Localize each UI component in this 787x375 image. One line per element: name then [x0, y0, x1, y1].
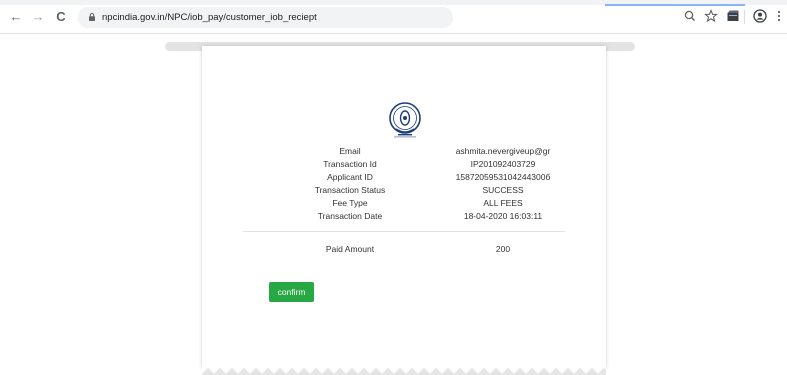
menu-icon[interactable] [775, 9, 783, 23]
organization-logo-icon [389, 102, 421, 138]
lock-icon [89, 13, 95, 21]
receipt-torn-edge [202, 366, 606, 375]
transaction-id-value: IP201092403729 [470, 159, 536, 169]
applicant-id-label: Applicant ID [327, 172, 373, 182]
transaction-status-value: SUCCESS [482, 185, 524, 195]
back-arrow-icon[interactable]: ← [9, 10, 23, 24]
zoom-icon[interactable] [683, 9, 697, 23]
browser-toolbar: ← → C npcindia.gov.in/NPC/iob_pay/custom… [0, 0, 787, 34]
confirm-button[interactable]: confirm [269, 282, 314, 302]
email-value: ashmita.nevergiveup@gr [455, 146, 551, 156]
paid-amount-label: Paid Amount [325, 244, 375, 254]
transaction-status-label: Transaction Status [314, 185, 386, 195]
extension-icon[interactable] [726, 9, 740, 23]
transaction-date-label: Transaction Date [317, 211, 383, 221]
url-text[interactable]: npcindia.gov.in/NPC/iob_pay/customer_iob… [102, 10, 317, 25]
toolbar-separator [744, 10, 745, 24]
fee-type-value: ALL FEES [483, 198, 523, 208]
fee-type-label: Fee Type [332, 198, 368, 208]
address-bar[interactable]: npcindia.gov.in/NPC/iob_pay/customer_iob… [78, 7, 453, 28]
account-icon[interactable] [753, 9, 767, 23]
forward-arrow-icon[interactable]: → [31, 10, 45, 24]
paid-amount-value: 200 [495, 244, 511, 254]
email-label: Email [339, 146, 361, 156]
transaction-id-label: Transaction Id [323, 159, 377, 169]
applicant-id-value: 1587205953104244300б [455, 172, 551, 182]
tabstrip-accent [605, 4, 745, 6]
receipt-divider [243, 231, 565, 232]
star-icon[interactable] [704, 9, 718, 23]
transaction-date-value: 18-04-2020 16:03:11 [463, 211, 543, 221]
reload-icon[interactable]: C [54, 10, 68, 24]
